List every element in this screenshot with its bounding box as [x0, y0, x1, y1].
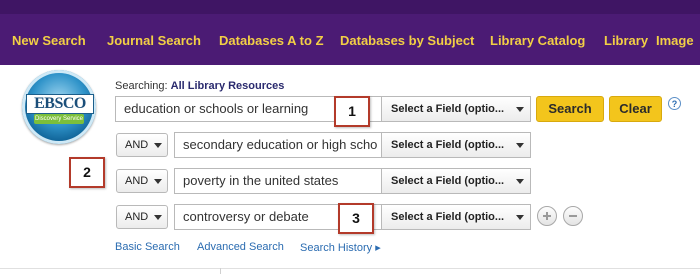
- basic-search-link[interactable]: Basic Search: [115, 241, 180, 253]
- boolean-operator-4-value: AND: [125, 211, 149, 223]
- callout-1: 1: [334, 96, 370, 127]
- boolean-operator-select-4[interactable]: AND: [116, 205, 168, 229]
- search-button[interactable]: Search: [536, 96, 604, 122]
- field-select-3[interactable]: Select a Field (optio...: [381, 168, 531, 194]
- field-select-4[interactable]: Select a Field (optio...: [381, 204, 531, 230]
- help-icon[interactable]: ?: [668, 97, 681, 110]
- minus-icon: [569, 215, 577, 217]
- field-select-1-value: Select a Field (optio...: [391, 103, 505, 115]
- bottom-divider-tick: [220, 268, 221, 274]
- chevron-down-icon: [154, 143, 162, 148]
- chevron-down-icon: [516, 107, 524, 112]
- chevron-down-icon: [154, 179, 162, 184]
- top-nav-bar: New Search Journal Search Databases A to…: [0, 0, 700, 65]
- nav-image[interactable]: Image: [656, 33, 694, 49]
- advanced-search-link[interactable]: Advanced Search: [197, 241, 284, 253]
- nav-databases-by-subject[interactable]: Databases by Subject: [340, 33, 474, 49]
- top-nav-shade: [0, 0, 700, 14]
- boolean-operator-select-2[interactable]: AND: [116, 133, 168, 157]
- nav-databases-a-to-z[interactable]: Databases A to Z: [219, 33, 324, 49]
- boolean-operator-2-value: AND: [125, 139, 149, 151]
- discovery-service-label: Discovery Service: [34, 114, 84, 124]
- searching-label: Searching: All Library Resources: [115, 80, 284, 92]
- search-history-link[interactable]: Search History ▸: [300, 241, 381, 254]
- nav-new-search[interactable]: New Search: [12, 33, 86, 49]
- boolean-operator-3-value: AND: [125, 175, 149, 187]
- field-select-1[interactable]: Select a Field (optio...: [381, 96, 531, 122]
- chevron-down-icon: [516, 215, 524, 220]
- field-select-2[interactable]: Select a Field (optio...: [381, 132, 531, 158]
- field-select-4-value: Select a Field (optio...: [391, 211, 505, 223]
- field-select-2-value: Select a Field (optio...: [391, 139, 505, 151]
- callout-3: 3: [338, 203, 374, 234]
- callout-2: 2: [69, 157, 105, 188]
- nav-library[interactable]: Library: [604, 33, 648, 49]
- ebsco-logo[interactable]: EBSCO Discovery Service: [22, 70, 96, 144]
- chevron-down-icon: [154, 215, 162, 220]
- nav-journal-search[interactable]: Journal Search: [107, 33, 201, 49]
- boolean-operator-select-3[interactable]: AND: [116, 169, 168, 193]
- searching-scope-link[interactable]: All Library Resources: [171, 80, 285, 92]
- search-term-input-3[interactable]: poverty in the united states: [174, 168, 382, 194]
- add-row-button[interactable]: [537, 206, 557, 226]
- chevron-down-icon: [516, 143, 524, 148]
- bottom-divider: [0, 268, 700, 269]
- search-term-input-2[interactable]: secondary education or high scho: [174, 132, 382, 158]
- nav-library-catalog[interactable]: Library Catalog: [490, 33, 585, 49]
- searching-prefix: Searching:: [115, 80, 168, 92]
- field-select-3-value: Select a Field (optio...: [391, 175, 505, 187]
- clear-button[interactable]: Clear: [609, 96, 662, 122]
- remove-row-button[interactable]: [563, 206, 583, 226]
- plus-icon-vertical: [546, 212, 548, 220]
- chevron-down-icon: [516, 179, 524, 184]
- ebsco-logo-text: EBSCO: [26, 94, 94, 114]
